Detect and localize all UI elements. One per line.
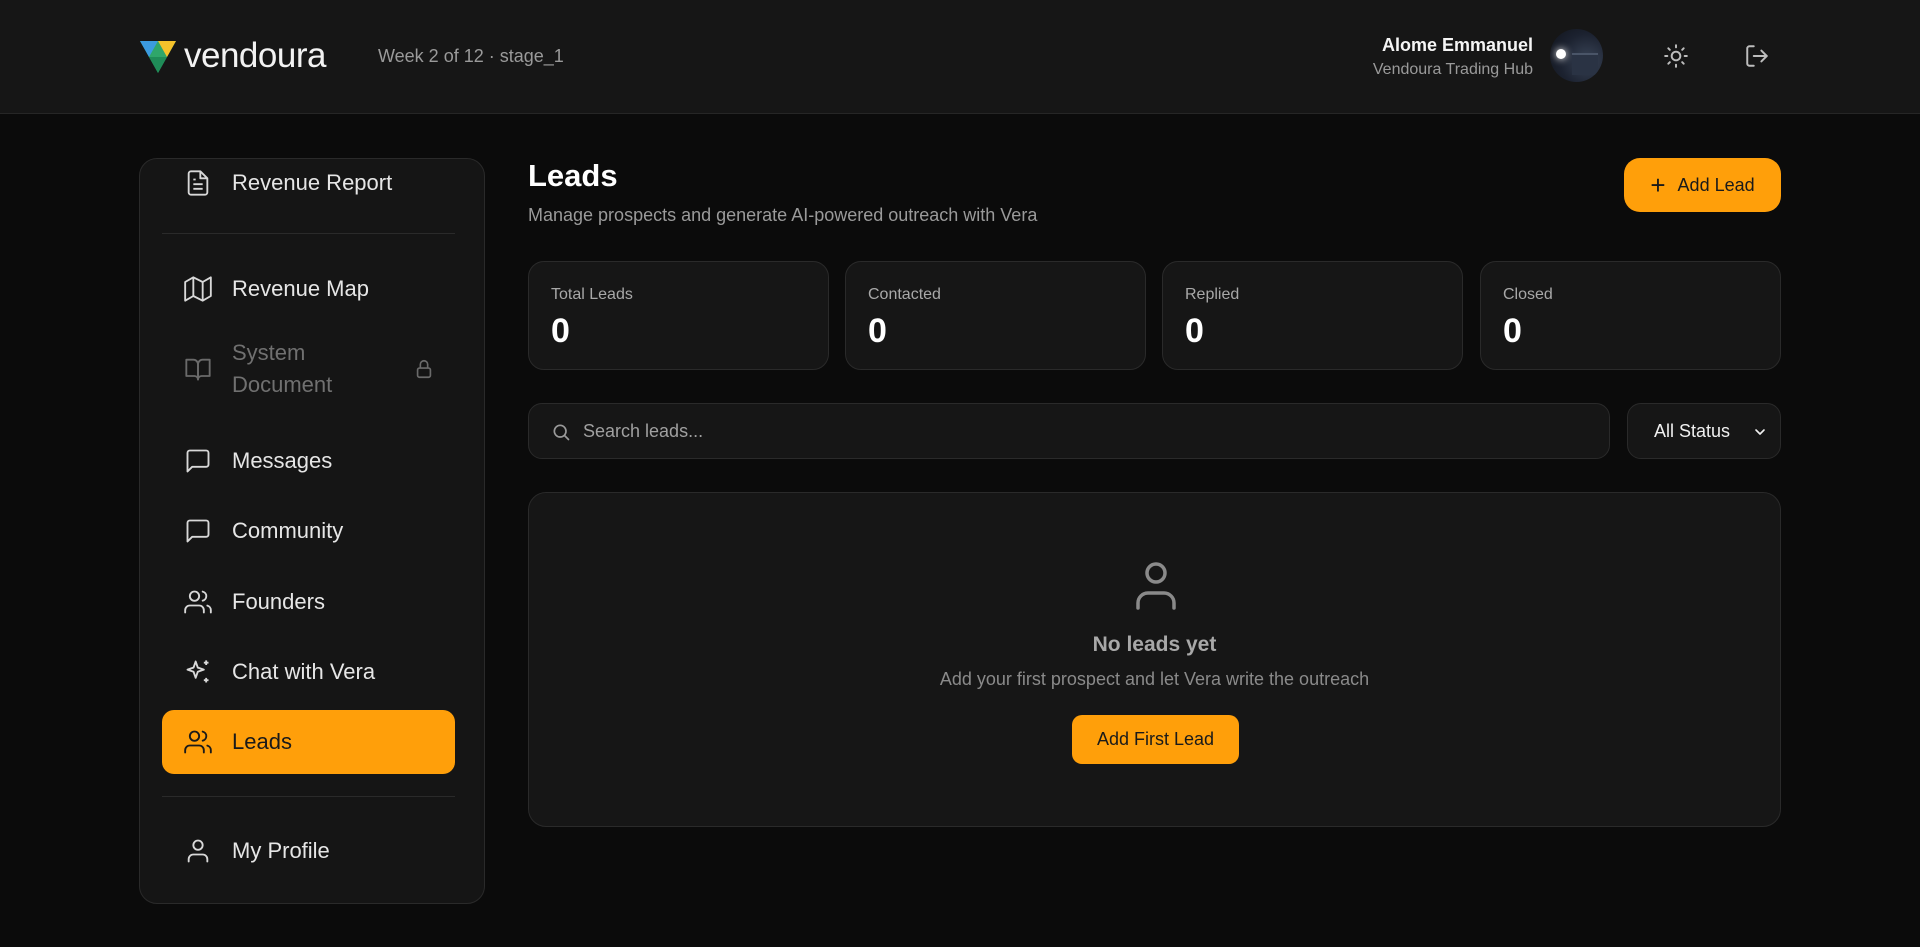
user-info: Alome Emmanuel Vendoura Trading Hub bbox=[1373, 35, 1533, 79]
sidebar-item-label: Revenue Report bbox=[232, 170, 393, 195]
sidebar-divider bbox=[162, 233, 455, 234]
message-icon bbox=[184, 517, 212, 545]
page-subtitle: Manage prospects and generate AI-powered… bbox=[528, 205, 1038, 225]
map-icon bbox=[184, 275, 212, 303]
sidebar-item-founders[interactable]: Founders bbox=[162, 570, 455, 634]
sidebar-divider bbox=[162, 796, 455, 797]
sidebar-item-revenue-report[interactable]: Revenue Report bbox=[162, 159, 455, 215]
sidebar-item-label: System Document bbox=[232, 340, 333, 397]
add-lead-button[interactable]: + Add Lead bbox=[1624, 158, 1781, 212]
search-input[interactable] bbox=[583, 404, 1583, 458]
top-header: vendoura Week 2 of 12 · stage_1 Alome Em… bbox=[0, 0, 1920, 114]
stat-value: 0 bbox=[551, 312, 570, 350]
add-lead-label: Add Lead bbox=[1677, 174, 1755, 195]
sidebar-item-messages[interactable]: Messages bbox=[162, 429, 455, 493]
chevron-down-icon bbox=[1752, 424, 1768, 440]
logout-icon[interactable] bbox=[1744, 43, 1770, 69]
stat-value: 0 bbox=[1503, 312, 1522, 350]
user-organization: Vendoura Trading Hub bbox=[1372, 61, 1533, 78]
sidebar-item-system-document[interactable]: System Document bbox=[162, 331, 455, 407]
user-icon bbox=[1134, 561, 1178, 611]
sidebar-item-label: Revenue Map bbox=[232, 276, 369, 301]
sidebar-item-label: My Profile bbox=[232, 838, 330, 863]
sidebar-item-revenue-map[interactable]: Revenue Map bbox=[162, 257, 455, 321]
user-icon bbox=[184, 837, 212, 865]
sparkle-icon bbox=[184, 658, 212, 686]
users-icon bbox=[184, 588, 212, 616]
stat-card-contacted: Contacted 0 bbox=[845, 261, 1146, 370]
stat-label: Total Leads bbox=[551, 286, 633, 303]
sidebar-item-label: Community bbox=[232, 518, 344, 543]
sidebar-item-my-profile[interactable]: My Profile bbox=[162, 819, 455, 883]
stat-card-total-leads: Total Leads 0 bbox=[528, 261, 829, 370]
user-name: Alome Emmanuel bbox=[1381, 35, 1533, 55]
search-icon bbox=[551, 422, 571, 442]
stat-label: Contacted bbox=[868, 286, 941, 303]
stat-card-replied: Replied 0 bbox=[1162, 261, 1463, 370]
week-indicator: Week 2 of 12 · stage_1 bbox=[378, 46, 564, 66]
stat-card-closed: Closed 0 bbox=[1480, 261, 1781, 370]
book-icon bbox=[184, 355, 212, 383]
logo[interactable]: vendoura bbox=[138, 36, 326, 76]
empty-state-title: No leads yet bbox=[1092, 633, 1217, 656]
empty-state-panel: No leads yet Add your first prospect and… bbox=[528, 492, 1781, 827]
status-filter-select[interactable]: All Status bbox=[1627, 403, 1781, 459]
sidebar-item-label: Leads bbox=[232, 729, 292, 754]
page-title: Leads bbox=[528, 158, 618, 193]
empty-state-subtitle: Add your first prospect and let Vera wri… bbox=[939, 669, 1370, 689]
users-icon bbox=[184, 728, 212, 756]
sidebar-item-leads[interactable]: Leads bbox=[162, 710, 455, 774]
stat-value: 0 bbox=[1185, 312, 1204, 350]
theme-toggle-icon[interactable] bbox=[1663, 43, 1689, 69]
stat-label: Replied bbox=[1185, 286, 1240, 303]
add-first-lead-button[interactable]: Add First Lead bbox=[1072, 715, 1239, 764]
sidebar-item-chat-with-vera[interactable]: Chat with Vera bbox=[162, 640, 455, 704]
plus-icon: + bbox=[1650, 170, 1666, 200]
message-icon bbox=[184, 447, 212, 475]
document-icon bbox=[184, 169, 212, 197]
logo-text: vendoura bbox=[184, 36, 326, 75]
search-bar bbox=[528, 403, 1610, 459]
sidebar-item-community[interactable]: Community bbox=[162, 499, 455, 563]
avatar[interactable] bbox=[1550, 29, 1603, 82]
sidebar-item-label: Founders bbox=[232, 589, 325, 614]
vendoura-logo-icon bbox=[140, 41, 176, 73]
stat-label: Closed bbox=[1503, 286, 1553, 303]
sidebar-item-label: Chat with Vera bbox=[232, 659, 376, 684]
sidebar-item-label: Messages bbox=[232, 448, 333, 473]
stat-value: 0 bbox=[868, 312, 887, 350]
lock-icon bbox=[413, 358, 435, 380]
status-filter-value: All Status bbox=[1654, 420, 1731, 441]
sidebar: Revenue Report Revenue Map System Docume… bbox=[139, 158, 485, 904]
